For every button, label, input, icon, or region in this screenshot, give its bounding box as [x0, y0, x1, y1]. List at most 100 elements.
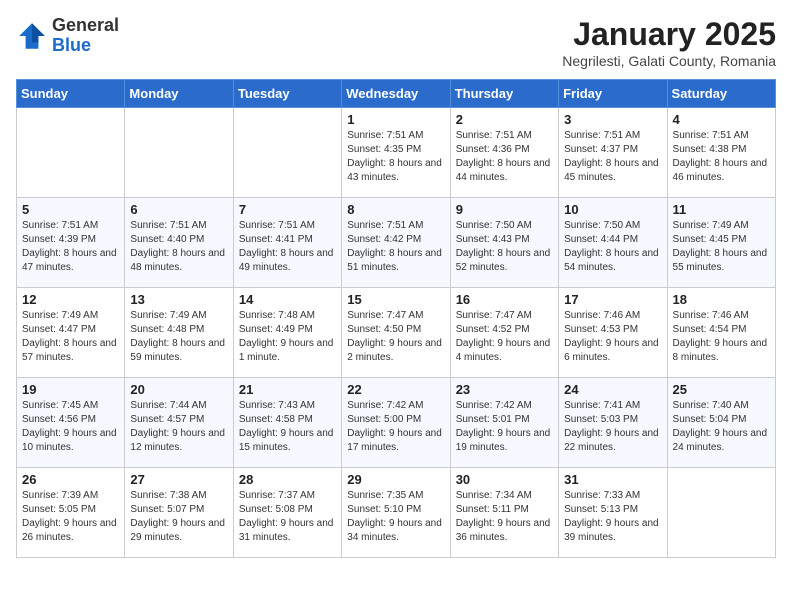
day-info: Sunrise: 7:51 AM Sunset: 4:36 PM Dayligh… — [456, 129, 553, 185]
calendar-cell: 24 Sunrise: 7:41 AM Sunset: 5:03 PM Dayli… — [559, 378, 667, 468]
calendar-cell: 15 Sunrise: 7:47 AM Sunset: 4:50 PM Dayli… — [342, 288, 450, 378]
day-info: Sunrise: 7:51 AM Sunset: 4:39 PM Dayligh… — [22, 219, 119, 275]
calendar-week-1: 1Sunrise: 7:51 AM Sunset: 4:35 PM Daylig… — [17, 108, 776, 198]
calendar-cell: 30Sunrise: 7:34 AM Sunset: 5:11 PM Dayli… — [450, 468, 558, 558]
day-info: Sunrise: 7:38 AM Sunset: 5:07 PM Dayligh… — [130, 489, 227, 545]
day-info: Sunrise: 7:48 AM Sunset: 4:49 PM Dayligh… — [239, 309, 336, 365]
calendar-cell: 1Sunrise: 7:51 AM Sunset: 4:35 PM Daylig… — [342, 108, 450, 198]
day-number: 14 — [239, 292, 336, 307]
weekday-header-saturday: Saturday — [667, 80, 775, 108]
day-info: Sunrise: 7:37 AM Sunset: 5:08 PM Dayligh… — [239, 489, 336, 545]
logo-icon — [16, 20, 48, 52]
weekday-header-wednesday: Wednesday — [342, 80, 450, 108]
calendar-cell: 6Sunrise: 7:51 AM Sunset: 4:40 PM Daylig… — [125, 198, 233, 288]
calendar-cell: 4Sunrise: 7:51 AM Sunset: 4:38 PM Daylig… — [667, 108, 775, 198]
day-number: 16 — [456, 292, 553, 307]
day-number: 30 — [456, 472, 553, 487]
day-number: 10 — [564, 202, 661, 217]
calendar-cell: 25 Sunrise: 7:40 AM Sunset: 5:04 PM Dayli… — [667, 378, 775, 468]
weekday-header-friday: Friday — [559, 80, 667, 108]
day-number: 23 — [456, 382, 553, 397]
day-info: Sunrise: 7:40 AM Sunset: 5:04 PM Dayligh… — [673, 399, 770, 455]
calendar-cell: 9Sunrise: 7:50 AM Sunset: 4:43 PM Daylig… — [450, 198, 558, 288]
calendar-cell: 31 Sunrise: 7:33 AM Sunset: 5:13 PM Dayli… — [559, 468, 667, 558]
weekday-header-sunday: Sunday — [17, 80, 125, 108]
calendar-cell: 19 Sunrise: 7:45 AM Sunset: 4:56 PM Dayli… — [17, 378, 125, 468]
calendar-cell: 11Sunrise: 7:49 AM Sunset: 4:45 PM Dayli… — [667, 198, 775, 288]
calendar-table: SundayMondayTuesdayWednesdayThursdayFrid… — [16, 79, 776, 558]
month-title: January 2025 — [562, 16, 776, 53]
day-info: Sunrise: 7:51 AM Sunset: 4:40 PM Dayligh… — [130, 219, 227, 275]
calendar-cell: 13 Sunrise: 7:49 AM Sunset: 4:48 PM Dayli… — [125, 288, 233, 378]
day-info: Sunrise: 7:45 AM Sunset: 4:56 PM Dayligh… — [22, 399, 119, 455]
calendar-cell — [125, 108, 233, 198]
calendar-cell: 18Sunrise: 7:46 AM Sunset: 4:54 PM Dayli… — [667, 288, 775, 378]
day-info: Sunrise: 7:49 AM Sunset: 4:48 PM Dayligh… — [130, 309, 227, 365]
calendar-cell — [233, 108, 341, 198]
calendar-cell: 29Sunrise: 7:35 AM Sunset: 5:10 PM Dayli… — [342, 468, 450, 558]
day-info: Sunrise: 7:42 AM Sunset: 5:01 PM Dayligh… — [456, 399, 553, 455]
day-number: 4 — [673, 112, 770, 127]
calendar-cell: 22 Sunrise: 7:42 AM Sunset: 5:00 PM Dayli… — [342, 378, 450, 468]
day-info: Sunrise: 7:49 AM Sunset: 4:47 PM Dayligh… — [22, 309, 119, 365]
day-number: 18 — [673, 292, 770, 307]
calendar-cell — [17, 108, 125, 198]
day-number: 20 — [130, 382, 227, 397]
calendar-cell — [667, 468, 775, 558]
day-info: Sunrise: 7:51 AM Sunset: 4:42 PM Dayligh… — [347, 219, 444, 275]
day-info: Sunrise: 7:50 AM Sunset: 4:44 PM Dayligh… — [564, 219, 661, 275]
calendar-cell: 23 Sunrise: 7:42 AM Sunset: 5:01 PM Dayli… — [450, 378, 558, 468]
day-info: Sunrise: 7:39 AM Sunset: 5:05 PM Dayligh… — [22, 489, 119, 545]
day-number: 24 — [564, 382, 661, 397]
day-number: 19 — [22, 382, 119, 397]
logo-blue-text: Blue — [52, 36, 119, 56]
day-number: 15 — [347, 292, 444, 307]
day-number: 25 — [673, 382, 770, 397]
calendar-cell: 16 Sunrise: 7:47 AM Sunset: 4:52 PM Dayli… — [450, 288, 558, 378]
day-info: Sunrise: 7:42 AM Sunset: 5:00 PM Dayligh… — [347, 399, 444, 455]
location-text: Negrilesti, Galati County, Romania — [562, 53, 776, 69]
calendar-cell: 10 Sunrise: 7:50 AM Sunset: 4:44 PM Dayli… — [559, 198, 667, 288]
calendar-cell: 7Sunrise: 7:51 AM Sunset: 4:41 PM Daylig… — [233, 198, 341, 288]
day-info: Sunrise: 7:51 AM Sunset: 4:41 PM Dayligh… — [239, 219, 336, 275]
day-info: Sunrise: 7:51 AM Sunset: 4:37 PM Dayligh… — [564, 129, 661, 185]
calendar-cell: 17Sunrise: 7:46 AM Sunset: 4:53 PM Dayli… — [559, 288, 667, 378]
day-number: 5 — [22, 202, 119, 217]
day-number: 26 — [22, 472, 119, 487]
weekday-header-monday: Monday — [125, 80, 233, 108]
logo: General Blue — [16, 16, 119, 56]
day-number: 29 — [347, 472, 444, 487]
day-number: 28 — [239, 472, 336, 487]
day-number: 12 — [22, 292, 119, 307]
day-number: 3 — [564, 112, 661, 127]
calendar-cell: 2 Sunrise: 7:51 AM Sunset: 4:36 PM Daylig… — [450, 108, 558, 198]
day-number: 22 — [347, 382, 444, 397]
page-header: General Blue January 2025 Negrilesti, Ga… — [16, 16, 776, 69]
weekday-header-thursday: Thursday — [450, 80, 558, 108]
calendar-cell: 21 Sunrise: 7:43 AM Sunset: 4:58 PM Dayli… — [233, 378, 341, 468]
logo-general-text: General — [52, 16, 119, 36]
day-number: 13 — [130, 292, 227, 307]
calendar-cell: 27Sunrise: 7:38 AM Sunset: 5:07 PM Dayli… — [125, 468, 233, 558]
day-info: Sunrise: 7:47 AM Sunset: 4:52 PM Dayligh… — [456, 309, 553, 365]
calendar-week-2: 5 Sunrise: 7:51 AM Sunset: 4:39 PM Daylig… — [17, 198, 776, 288]
day-info: Sunrise: 7:33 AM Sunset: 5:13 PM Dayligh… — [564, 489, 661, 545]
day-number: 17 — [564, 292, 661, 307]
day-number: 2 — [456, 112, 553, 127]
day-info: Sunrise: 7:41 AM Sunset: 5:03 PM Dayligh… — [564, 399, 661, 455]
weekday-header-tuesday: Tuesday — [233, 80, 341, 108]
calendar-week-5: 26 Sunrise: 7:39 AM Sunset: 5:05 PM Dayli… — [17, 468, 776, 558]
calendar-week-3: 12 Sunrise: 7:49 AM Sunset: 4:47 PM Dayli… — [17, 288, 776, 378]
calendar-cell: 3 Sunrise: 7:51 AM Sunset: 4:37 PM Daylig… — [559, 108, 667, 198]
day-info: Sunrise: 7:47 AM Sunset: 4:50 PM Dayligh… — [347, 309, 444, 365]
day-number: 8 — [347, 202, 444, 217]
day-info: Sunrise: 7:43 AM Sunset: 4:58 PM Dayligh… — [239, 399, 336, 455]
calendar-cell: 28 Sunrise: 7:37 AM Sunset: 5:08 PM Dayli… — [233, 468, 341, 558]
day-number: 21 — [239, 382, 336, 397]
calendar-cell: 5 Sunrise: 7:51 AM Sunset: 4:39 PM Daylig… — [17, 198, 125, 288]
title-block: January 2025 Negrilesti, Galati County, … — [562, 16, 776, 69]
day-info: Sunrise: 7:49 AM Sunset: 4:45 PM Dayligh… — [673, 219, 770, 275]
weekday-header-row: SundayMondayTuesdayWednesdayThursdayFrid… — [17, 80, 776, 108]
day-number: 31 — [564, 472, 661, 487]
day-info: Sunrise: 7:51 AM Sunset: 4:35 PM Dayligh… — [347, 129, 444, 185]
